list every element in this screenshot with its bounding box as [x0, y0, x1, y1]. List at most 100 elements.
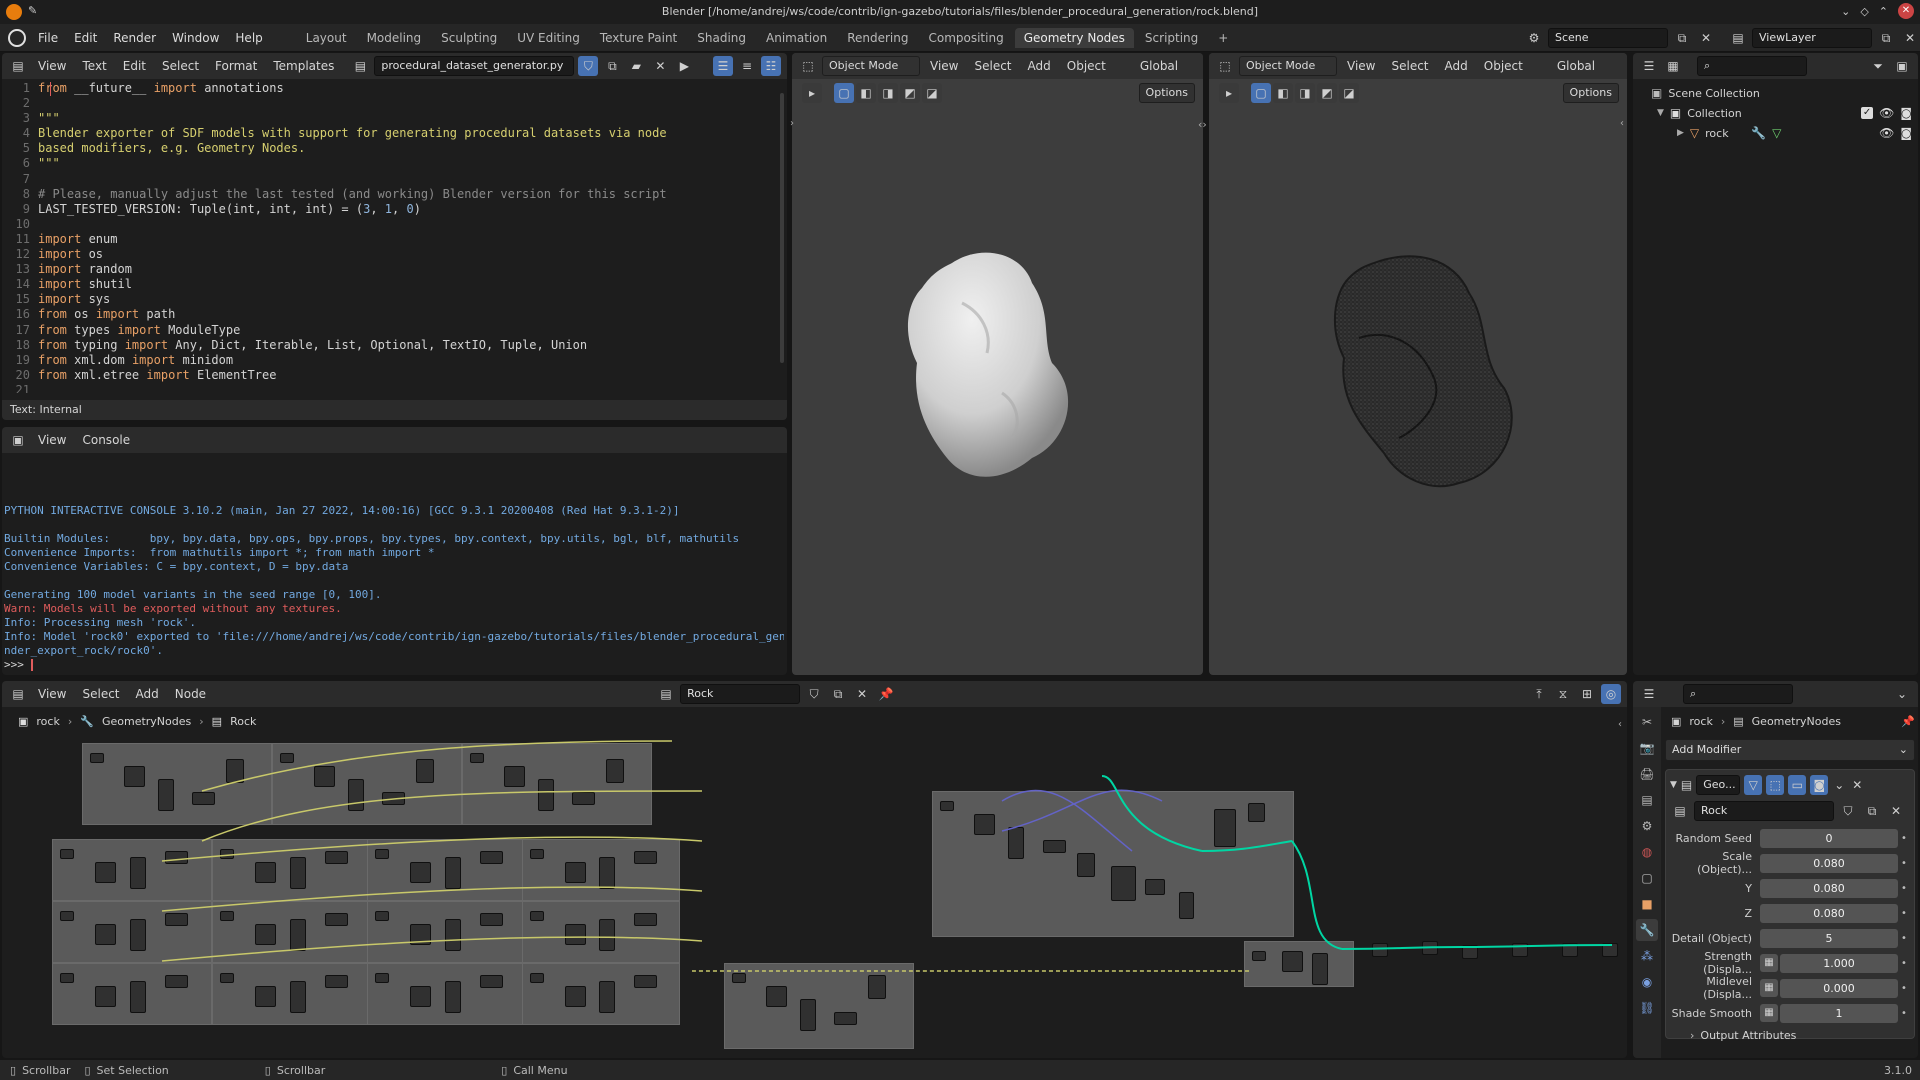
edit-mode-toggle-icon[interactable]: ▽ [1744, 775, 1763, 795]
node[interactable] [633, 913, 657, 926]
node-frame[interactable] [82, 743, 272, 825]
viewport-right-editor-icon[interactable]: ⬚ [1215, 56, 1235, 76]
node[interactable] [165, 913, 188, 926]
view-layer-tab-icon[interactable]: ▤ [1636, 789, 1658, 811]
node[interactable] [599, 981, 615, 1013]
select-subtract-right-icon[interactable]: ◨ [1295, 83, 1315, 103]
node[interactable] [530, 911, 544, 921]
maximize-icon[interactable]: ⌃ [1879, 5, 1888, 18]
tab-compositing[interactable]: Compositing [919, 28, 1012, 48]
code-line[interactable]: 15 import sys [2, 292, 782, 307]
unlink-text-icon[interactable]: ✕ [650, 56, 670, 76]
node[interactable] [1076, 853, 1095, 877]
node[interactable] [564, 862, 586, 883]
collection-expand-icon[interactable]: ▼ [1657, 108, 1664, 118]
node[interactable] [572, 792, 595, 805]
outliner-object-rock[interactable]: ▶ ▽ rock 🔧 ▽ 👁 ◙ [1633, 123, 1918, 143]
close-window-icon[interactable]: ✕ [1898, 3, 1914, 19]
viewport-right-orientation[interactable]: Global [1551, 59, 1601, 73]
code-line[interactable]: 3 """ [2, 111, 782, 126]
code-line[interactable]: 20 from xml.etree import ElementTree [2, 368, 782, 383]
node[interactable] [445, 857, 461, 889]
outliner-collection[interactable]: ▼ ▣ Collection ✓ 👁 ◙ [1633, 103, 1918, 123]
add-workspace-button[interactable]: + [1209, 28, 1237, 48]
attribute-toggle-icon[interactable]: ▦ [1760, 979, 1778, 997]
prop-pin-icon[interactable]: 📌 [1901, 715, 1915, 728]
display-mode-icon[interactable]: ▦ [1663, 56, 1683, 76]
view-layer-field[interactable]: ViewLayer [1752, 28, 1872, 48]
node[interactable] [348, 779, 364, 811]
snap-icon[interactable]: ⧖ [1553, 684, 1573, 704]
node[interactable] [1213, 809, 1236, 847]
object-tab-icon[interactable]: ■ [1636, 893, 1658, 915]
add-modifier-button[interactable]: Add Modifier ⌄ [1665, 739, 1915, 761]
modifier-fake-user-icon[interactable]: ⛉ [1838, 801, 1858, 821]
modifier-menu-icon[interactable]: ⌄ [1832, 775, 1846, 795]
outliner-editor-icon[interactable]: ☰ [1639, 56, 1659, 76]
cage-toggle-icon[interactable]: ⬚ [1766, 775, 1785, 795]
object-expand-icon[interactable]: ▶ [1677, 128, 1684, 138]
node[interactable] [60, 911, 74, 921]
node[interactable] [220, 911, 234, 921]
node[interactable] [1562, 943, 1578, 957]
line-numbers-icon[interactable]: ☰ [713, 56, 733, 76]
menu-select[interactable]: Select [156, 59, 205, 73]
modifier-input-value[interactable]: 1 [1780, 1003, 1898, 1023]
rock-mesh-wireframe[interactable] [1319, 248, 1529, 493]
collection-exclude-checkbox[interactable]: ✓ [1861, 107, 1874, 119]
select-tool-right-icon[interactable]: ▸ [1219, 83, 1239, 103]
node[interactable] [599, 857, 615, 889]
particles-tab-icon[interactable]: ⁂ [1636, 945, 1658, 967]
blender-menu-icon[interactable] [8, 28, 26, 47]
filter-icon[interactable]: ⏷ [1868, 56, 1888, 76]
editor-type-icon[interactable]: ▤ [8, 56, 28, 76]
node[interactable] [564, 986, 586, 1007]
select-tool-icon[interactable]: ▸ [802, 83, 822, 103]
node[interactable] [382, 792, 405, 805]
node-menu-node[interactable]: Node [169, 687, 212, 701]
menu-templates[interactable]: Templates [267, 59, 340, 73]
viewport-left-add[interactable]: Add [1022, 59, 1057, 73]
node[interactable] [375, 849, 389, 859]
node[interactable] [504, 766, 525, 787]
snap-target-icon[interactable]: ⊞ [1577, 684, 1597, 704]
node-pin-icon[interactable]: 📌 [876, 684, 896, 704]
console-menu-console[interactable]: Console [76, 433, 136, 447]
output-attributes-panel[interactable]: › Output Attributes [1670, 1029, 1910, 1042]
node[interactable] [192, 792, 215, 805]
node[interactable] [1111, 866, 1136, 901]
code-area[interactable]: 1 from __future__ import annotations 2 3 """… [2, 79, 782, 393]
node[interactable] [95, 862, 116, 883]
constraints-tab-icon[interactable]: ⛓ [1636, 997, 1658, 1019]
node[interactable] [766, 986, 787, 1007]
modifier-input-value[interactable]: 5 [1760, 928, 1898, 948]
select-subtract-icon[interactable]: ◨ [878, 83, 898, 103]
code-line[interactable]: 1 from __future__ import annotations [2, 81, 782, 96]
viewport-right-object[interactable]: Object [1478, 59, 1529, 73]
collection-render-icon[interactable]: ◙ [1900, 106, 1912, 120]
properties-search[interactable]: ⌕ [1683, 684, 1793, 704]
select-invert-icon[interactable]: ◩ [900, 83, 920, 103]
scene-icon[interactable]: ⚙ [1524, 28, 1544, 48]
node[interactable] [1372, 943, 1388, 957]
world-tab-icon[interactable]: ◍ [1636, 841, 1658, 863]
node[interactable] [165, 851, 188, 864]
modifier-input-value[interactable]: 0.080 [1760, 903, 1898, 923]
mesh-data-icon[interactable]: ▽ [1772, 126, 1781, 140]
rock-mesh-solid[interactable] [892, 243, 1092, 493]
viewport-wireframe[interactable]: ⬚ Object Mode View Select Add Object Glo… [1209, 53, 1627, 675]
keyframe-dot-icon[interactable]: • [1898, 858, 1910, 869]
modifier-input-value[interactable]: 1.000 [1780, 953, 1898, 973]
text-scrollbar[interactable] [780, 93, 784, 363]
viewport-left-orientation[interactable]: Global [1134, 59, 1184, 73]
node[interactable] [220, 849, 234, 859]
menu-file[interactable]: File [30, 31, 66, 45]
node[interactable] [606, 759, 624, 783]
node[interactable] [130, 981, 146, 1013]
node[interactable] [1602, 943, 1618, 957]
delete-scene-icon[interactable]: ✕ [1696, 28, 1716, 48]
select-invert-right-icon[interactable]: ◩ [1317, 83, 1337, 103]
node[interactable] [1179, 892, 1195, 919]
viewport-left-options[interactable]: Options [1138, 83, 1195, 103]
node[interactable] [732, 973, 746, 983]
